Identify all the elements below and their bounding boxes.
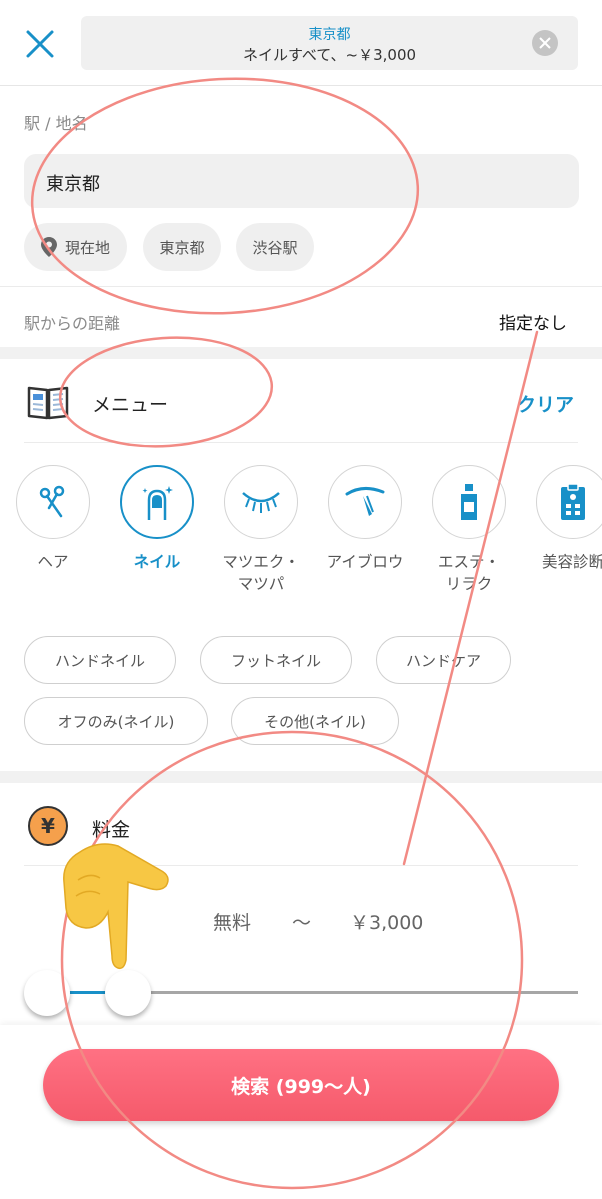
menu-book-icon: [27, 386, 69, 420]
category-label: 美容診断: [541, 553, 602, 571]
divider: [0, 286, 602, 287]
yen-icon: ¥: [28, 806, 68, 846]
station-label: 駅 / 地名: [24, 114, 88, 133]
eyelash-icon: [242, 492, 280, 513]
price-slider-min-handle[interactable]: [24, 970, 70, 1016]
category-circle: [120, 465, 194, 539]
chip-current-location[interactable]: 現在地: [24, 223, 127, 271]
scissors-icon: [39, 485, 65, 518]
price-title: 料金: [92, 819, 131, 841]
chip-hand-nail[interactable]: ハンドネイル: [24, 636, 176, 684]
category-circle: [536, 465, 602, 539]
pointing-hand-icon: [63, 843, 169, 970]
clipboard-icon: [561, 483, 585, 520]
bottle-icon: [461, 484, 477, 520]
close-icon: [539, 37, 551, 49]
category-circle: [432, 465, 506, 539]
area-input[interactable]: 東京都: [24, 154, 579, 208]
category-hair[interactable]: ヘア: [16, 465, 90, 573]
category-label: ネイル: [133, 553, 181, 571]
price-separator: 〜: [292, 912, 312, 934]
eyebrow-icon: [345, 487, 385, 516]
chip-label: 現在地: [64, 238, 110, 257]
section-separator: [0, 347, 602, 359]
search-summary[interactable]: 東京都 ネイルすべて、~￥3,000: [81, 16, 578, 70]
divider: [24, 442, 578, 443]
nail-icon: [142, 486, 173, 520]
menu-clear-button[interactable]: クリア: [517, 390, 574, 417]
distance-label: 駅からの距離: [24, 314, 121, 333]
chip-other-nail[interactable]: その他(ネイル): [231, 697, 399, 745]
category-label: アイブロウ: [326, 553, 404, 571]
price-max: ￥3,000: [350, 912, 424, 934]
divider: [24, 865, 578, 866]
category-circle: [328, 465, 402, 539]
close-button[interactable]: [18, 22, 62, 66]
summary-area: 東京都: [308, 27, 351, 43]
category-label: マツエク・ マツパ: [222, 553, 300, 593]
category-eyebrow[interactable]: アイブロウ: [327, 465, 403, 573]
category-esthe[interactable]: エステ・ リラク: [432, 465, 506, 595]
chip-off-only[interactable]: オフのみ(ネイル): [24, 697, 208, 745]
summary-condition: ネイルすべて、~￥3,000: [242, 46, 417, 64]
price-min: 無料: [213, 912, 252, 934]
category-circle: [16, 465, 90, 539]
search-button[interactable]: 検索 (999〜人): [43, 1049, 559, 1121]
category-diagnosis[interactable]: 美容診断: [536, 465, 602, 573]
close-icon: [26, 30, 54, 58]
menu-title: メニュー: [92, 394, 169, 416]
category-circle: [224, 465, 298, 539]
category-label: エステ・ リラク: [437, 553, 500, 593]
category-eyelash[interactable]: マツエク・ マツパ: [222, 465, 300, 595]
category-nail[interactable]: ネイル: [120, 465, 194, 573]
location-pin-icon: [40, 237, 57, 257]
chip-shibuya[interactable]: 渋谷駅: [236, 223, 314, 271]
category-label: ヘア: [37, 553, 69, 571]
chip-tokyo[interactable]: 東京都: [143, 223, 221, 271]
section-separator: [0, 771, 602, 783]
chip-foot-nail[interactable]: フットネイル: [200, 636, 352, 684]
chip-hand-care[interactable]: ハンドケア: [376, 636, 511, 684]
search-header: 東京都 ネイルすべて、~￥3,000: [0, 0, 602, 86]
price-slider-max-handle[interactable]: [105, 970, 151, 1016]
clear-search-button[interactable]: [532, 30, 558, 56]
distance-value[interactable]: 指定なし: [499, 309, 567, 334]
